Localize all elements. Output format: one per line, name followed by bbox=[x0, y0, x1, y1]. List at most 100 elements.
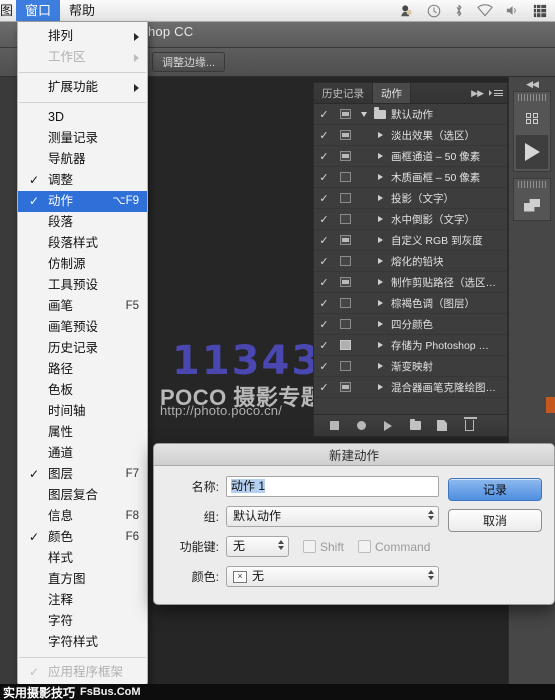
expand-panels-icon[interactable]: ▶▶ bbox=[471, 88, 483, 99]
menu-item-2-20[interactable]: ✓颜色F6 bbox=[18, 527, 147, 548]
menu-item-2-6[interactable]: 段落样式 bbox=[18, 233, 147, 254]
shift-checkbox[interactable] bbox=[303, 540, 316, 553]
chevron-right-icon[interactable] bbox=[372, 321, 388, 327]
menu-item-2-17[interactable]: ✓图层F7 bbox=[18, 464, 147, 485]
action-dialog-toggle-icon[interactable] bbox=[334, 193, 356, 203]
action-check-icon[interactable]: ✓ bbox=[314, 213, 334, 226]
action-check-icon[interactable]: ✓ bbox=[314, 150, 334, 163]
history-icon[interactable] bbox=[514, 103, 550, 133]
menu-item-2-1[interactable]: 测量记录 bbox=[18, 128, 147, 149]
menu-item-2-21[interactable]: 样式 bbox=[18, 548, 147, 569]
time-machine-icon[interactable] bbox=[427, 4, 441, 18]
menu-item-2-11[interactable]: 历史记录 bbox=[18, 338, 147, 359]
volume-icon[interactable] bbox=[506, 4, 520, 17]
action-dialog-toggle-icon[interactable] bbox=[334, 130, 356, 140]
action-row[interactable]: ✓木质画框 – 50 像素 bbox=[314, 167, 507, 188]
menu-item-0-0[interactable]: 排列 bbox=[18, 26, 147, 47]
properties-icon[interactable] bbox=[514, 190, 550, 220]
action-row[interactable]: ✓默认动作 bbox=[314, 104, 507, 125]
action-check-icon[interactable]: ✓ bbox=[314, 339, 334, 352]
menu-item-2-4[interactable]: ✓动作⌥F9 bbox=[18, 191, 147, 212]
group-select[interactable]: 默认动作 bbox=[226, 506, 439, 527]
action-row[interactable]: ✓自定义 RGB 到灰度 bbox=[314, 230, 507, 251]
delete-icon[interactable] bbox=[463, 420, 475, 432]
shift-checkbox-wrap[interactable]: Shift bbox=[303, 540, 344, 554]
action-check-icon[interactable]: ✓ bbox=[314, 129, 334, 142]
menu-item-2-19[interactable]: 信息F8 bbox=[18, 506, 147, 527]
action-row[interactable]: ✓混合器画笔克隆绘图… bbox=[314, 377, 507, 398]
wifi-icon[interactable] bbox=[477, 4, 493, 17]
menu-item-2-22[interactable]: 直方图 bbox=[18, 569, 147, 590]
menu-item-2-15[interactable]: 属性 bbox=[18, 422, 147, 443]
chevron-right-icon[interactable] bbox=[372, 132, 388, 138]
input-method-icon[interactable] bbox=[533, 4, 547, 18]
action-dialog-toggle-icon[interactable] bbox=[334, 256, 356, 266]
chevron-right-icon[interactable] bbox=[372, 216, 388, 222]
menu-item-2-5[interactable]: 段落 bbox=[18, 212, 147, 233]
name-input[interactable]: 动作 1 bbox=[226, 476, 439, 497]
command-checkbox[interactable] bbox=[358, 540, 371, 553]
window-menu-dropdown[interactable]: 排列工作区扩展功能3D测量记录导航器✓调整✓动作⌥F9段落段落样式仿制源工具预设… bbox=[17, 22, 148, 687]
color-select[interactable]: × 无 bbox=[226, 566, 439, 587]
action-check-icon[interactable]: ✓ bbox=[314, 318, 334, 331]
tab-actions[interactable]: 动作 bbox=[373, 83, 411, 103]
record-button[interactable]: 记录 bbox=[448, 478, 542, 501]
new-action-icon[interactable] bbox=[436, 420, 448, 432]
collapse-panels-icon[interactable]: ◀◀ bbox=[509, 77, 555, 91]
menu-item-1-0[interactable]: 扩展功能 bbox=[18, 77, 147, 98]
action-dialog-toggle-icon[interactable] bbox=[334, 298, 356, 308]
menubar-item-window[interactable]: 窗口 bbox=[16, 0, 60, 21]
action-check-icon[interactable]: ✓ bbox=[314, 171, 334, 184]
chevron-right-icon[interactable] bbox=[372, 342, 388, 348]
action-row[interactable]: ✓制作剪贴路径（选区… bbox=[314, 272, 507, 293]
menu-item-2-8[interactable]: 工具预设 bbox=[18, 275, 147, 296]
play-action-icon[interactable] bbox=[516, 135, 548, 169]
chevron-right-icon[interactable] bbox=[372, 363, 388, 369]
menu-item-2-7[interactable]: 仿制源 bbox=[18, 254, 147, 275]
action-row[interactable]: ✓水中倒影（文字） bbox=[314, 209, 507, 230]
action-check-icon[interactable]: ✓ bbox=[314, 297, 334, 310]
menu-item-2-10[interactable]: 画笔预设 bbox=[18, 317, 147, 338]
action-dialog-toggle-icon[interactable] bbox=[334, 235, 356, 245]
action-dialog-toggle-icon[interactable] bbox=[334, 382, 356, 392]
menu-item-2-13[interactable]: 色板 bbox=[18, 380, 147, 401]
tab-history[interactable]: 历史记录 bbox=[314, 83, 373, 103]
action-check-icon[interactable]: ✓ bbox=[314, 108, 334, 121]
action-dialog-toggle-icon[interactable] bbox=[334, 277, 356, 287]
dock-grip[interactable] bbox=[518, 94, 546, 101]
action-check-icon[interactable]: ✓ bbox=[314, 360, 334, 373]
action-check-icon[interactable]: ✓ bbox=[314, 234, 334, 247]
menu-item-2-9[interactable]: 画笔F5 bbox=[18, 296, 147, 317]
record-icon[interactable] bbox=[355, 420, 367, 432]
action-dialog-toggle-icon[interactable] bbox=[334, 172, 356, 182]
menu-item-2-0[interactable]: 3D bbox=[18, 107, 147, 128]
action-dialog-toggle-icon[interactable] bbox=[334, 151, 356, 161]
action-check-icon[interactable]: ✓ bbox=[314, 192, 334, 205]
actions-list[interactable]: ✓默认动作✓淡出效果（选区）✓画框通道 – 50 像素✓木质画框 – 50 像素… bbox=[314, 104, 507, 406]
menu-item-2-12[interactable]: 路径 bbox=[18, 359, 147, 380]
action-check-icon[interactable]: ✓ bbox=[314, 276, 334, 289]
cancel-button[interactable]: 取消 bbox=[448, 509, 542, 532]
chevron-right-icon[interactable] bbox=[372, 279, 388, 285]
action-dialog-toggle-icon[interactable] bbox=[334, 319, 356, 329]
menu-item-2-14[interactable]: 时间轴 bbox=[18, 401, 147, 422]
play-icon[interactable] bbox=[382, 420, 394, 432]
bluetooth-icon[interactable] bbox=[454, 3, 464, 18]
action-dialog-toggle-icon[interactable] bbox=[334, 214, 356, 224]
user-avatar-icon[interactable] bbox=[400, 4, 414, 18]
action-row[interactable]: ✓棕褐色调（图层） bbox=[314, 293, 507, 314]
menu-item-2-2[interactable]: 导航器 bbox=[18, 149, 147, 170]
menu-item-2-18[interactable]: 图层复合 bbox=[18, 485, 147, 506]
panel-menu-icon[interactable] bbox=[489, 90, 503, 96]
action-dialog-toggle-icon[interactable] bbox=[334, 340, 356, 350]
action-check-icon[interactable]: ✓ bbox=[314, 381, 334, 394]
action-row[interactable]: ✓渐变映射 bbox=[314, 356, 507, 377]
chevron-right-icon[interactable] bbox=[372, 237, 388, 243]
action-row[interactable]: ✓存储为 Photoshop … bbox=[314, 335, 507, 356]
menu-item-2-25[interactable]: 字符样式 bbox=[18, 632, 147, 653]
menu-item-2-3[interactable]: ✓调整 bbox=[18, 170, 147, 191]
action-dialog-toggle-icon[interactable] bbox=[334, 109, 356, 119]
action-row[interactable]: ✓投影（文字） bbox=[314, 188, 507, 209]
action-row[interactable]: ✓淡出效果（选区） bbox=[314, 125, 507, 146]
command-checkbox-wrap[interactable]: Command bbox=[358, 540, 430, 554]
